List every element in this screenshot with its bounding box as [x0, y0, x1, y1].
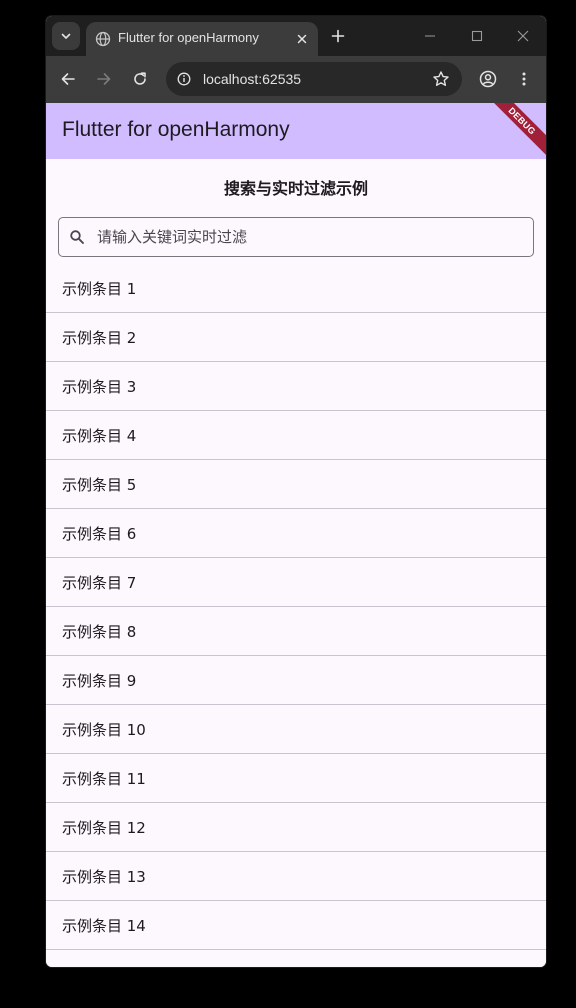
reload-button[interactable]: [129, 68, 151, 90]
browser-menu-button[interactable]: [513, 68, 535, 90]
list-item[interactable]: 示例条目 7: [46, 558, 546, 607]
back-button[interactable]: [57, 68, 79, 90]
list-item-label: 示例条目 7: [62, 574, 137, 592]
chevron-down-icon: [61, 33, 71, 39]
minimize-icon: [425, 35, 435, 37]
list-item[interactable]: 示例条目 8: [46, 607, 546, 656]
plus-icon: [331, 29, 345, 43]
new-tab-button[interactable]: [328, 26, 348, 46]
list-item-label: 示例条目 10: [62, 721, 146, 739]
globe-icon: [95, 31, 111, 47]
list-item[interactable]: 示例条目 1: [46, 264, 546, 313]
app-bar: Flutter for openHarmony DEBUG: [46, 103, 546, 159]
list-item-label: 示例条目 4: [62, 427, 137, 445]
browser-toolbar: localhost:62535: [46, 56, 546, 103]
list-item[interactable]: 示例条目 3: [46, 362, 546, 411]
list-item[interactable]: 示例条目 10: [46, 705, 546, 754]
item-list: 示例条目 1 示例条目 2 示例条目 3 示例条目 4 示例条目 5 示例条目 …: [46, 264, 546, 950]
tab-close-button[interactable]: [294, 31, 310, 47]
list-item[interactable]: 示例条目 11: [46, 754, 546, 803]
list-item[interactable]: 示例条目 2: [46, 313, 546, 362]
back-arrow-icon: [61, 73, 75, 85]
tab-title: Flutter for openHarmony: [118, 30, 259, 45]
profile-button[interactable]: [477, 68, 499, 90]
list-item[interactable]: 示例条目 13: [46, 852, 546, 901]
tab-strip: Flutter for openHarmony: [46, 16, 546, 56]
list-item-label: 示例条目 13: [62, 868, 146, 886]
address-bar[interactable]: localhost:62535: [166, 62, 462, 96]
site-info-button[interactable]: [174, 69, 194, 89]
list-item[interactable]: 示例条目 14: [46, 901, 546, 950]
list-item[interactable]: 示例条目 4: [46, 411, 546, 460]
page-heading: 搜索与实时过滤示例: [223, 181, 368, 198]
list-item[interactable]: 示例条目 9: [46, 656, 546, 705]
tab-search-button[interactable]: [52, 22, 80, 50]
list-item-label: 示例条目 9: [62, 672, 137, 690]
list-item-label: 示例条目 6: [62, 525, 137, 543]
app-title: Flutter for openHarmony: [62, 118, 290, 141]
close-icon: [297, 34, 307, 44]
url-text[interactable]: localhost:62535: [203, 71, 301, 87]
list-item-label: 示例条目 2: [62, 329, 137, 347]
more-vert-icon: [522, 72, 526, 86]
list-item-label: 示例条目 12: [62, 819, 146, 837]
maximize-icon: [471, 30, 483, 42]
close-window-button[interactable]: [513, 26, 533, 46]
list-item-label: 示例条目 8: [62, 623, 137, 641]
browser-tab[interactable]: Flutter for openHarmony: [86, 22, 318, 56]
star-icon[interactable]: [432, 70, 450, 88]
debug-banner: DEBUG: [481, 103, 546, 159]
list-item-label: 示例条目 1: [62, 280, 137, 298]
minimize-button[interactable]: [420, 26, 440, 46]
page-content: 搜索与实时过滤示例 示例条目 1 示例条目 2 示例条目 3 示例条目 4 示例…: [46, 159, 546, 967]
search-input[interactable]: [97, 218, 517, 256]
list-item-label: 示例条目 3: [62, 378, 137, 396]
list-item[interactable]: 示例条目 12: [46, 803, 546, 852]
reload-icon: [134, 72, 146, 85]
profile-icon: [479, 70, 497, 88]
list-item-label: 示例条目 14: [62, 917, 146, 935]
list-item[interactable]: 示例条目 6: [46, 509, 546, 558]
info-icon: [177, 72, 191, 86]
maximize-button[interactable]: [467, 26, 487, 46]
list-item[interactable]: 示例条目 5: [46, 460, 546, 509]
list-item-label: 示例条目 11: [62, 770, 146, 788]
search-field[interactable]: [58, 217, 534, 257]
browser-window: Flutter for openHarmony localhost:62535 …: [46, 16, 546, 967]
search-icon: [70, 230, 84, 244]
forward-arrow-icon: [97, 73, 111, 85]
list-item-label: 示例条目 5: [62, 476, 137, 494]
close-icon: [517, 30, 529, 42]
forward-button[interactable]: [93, 68, 115, 90]
